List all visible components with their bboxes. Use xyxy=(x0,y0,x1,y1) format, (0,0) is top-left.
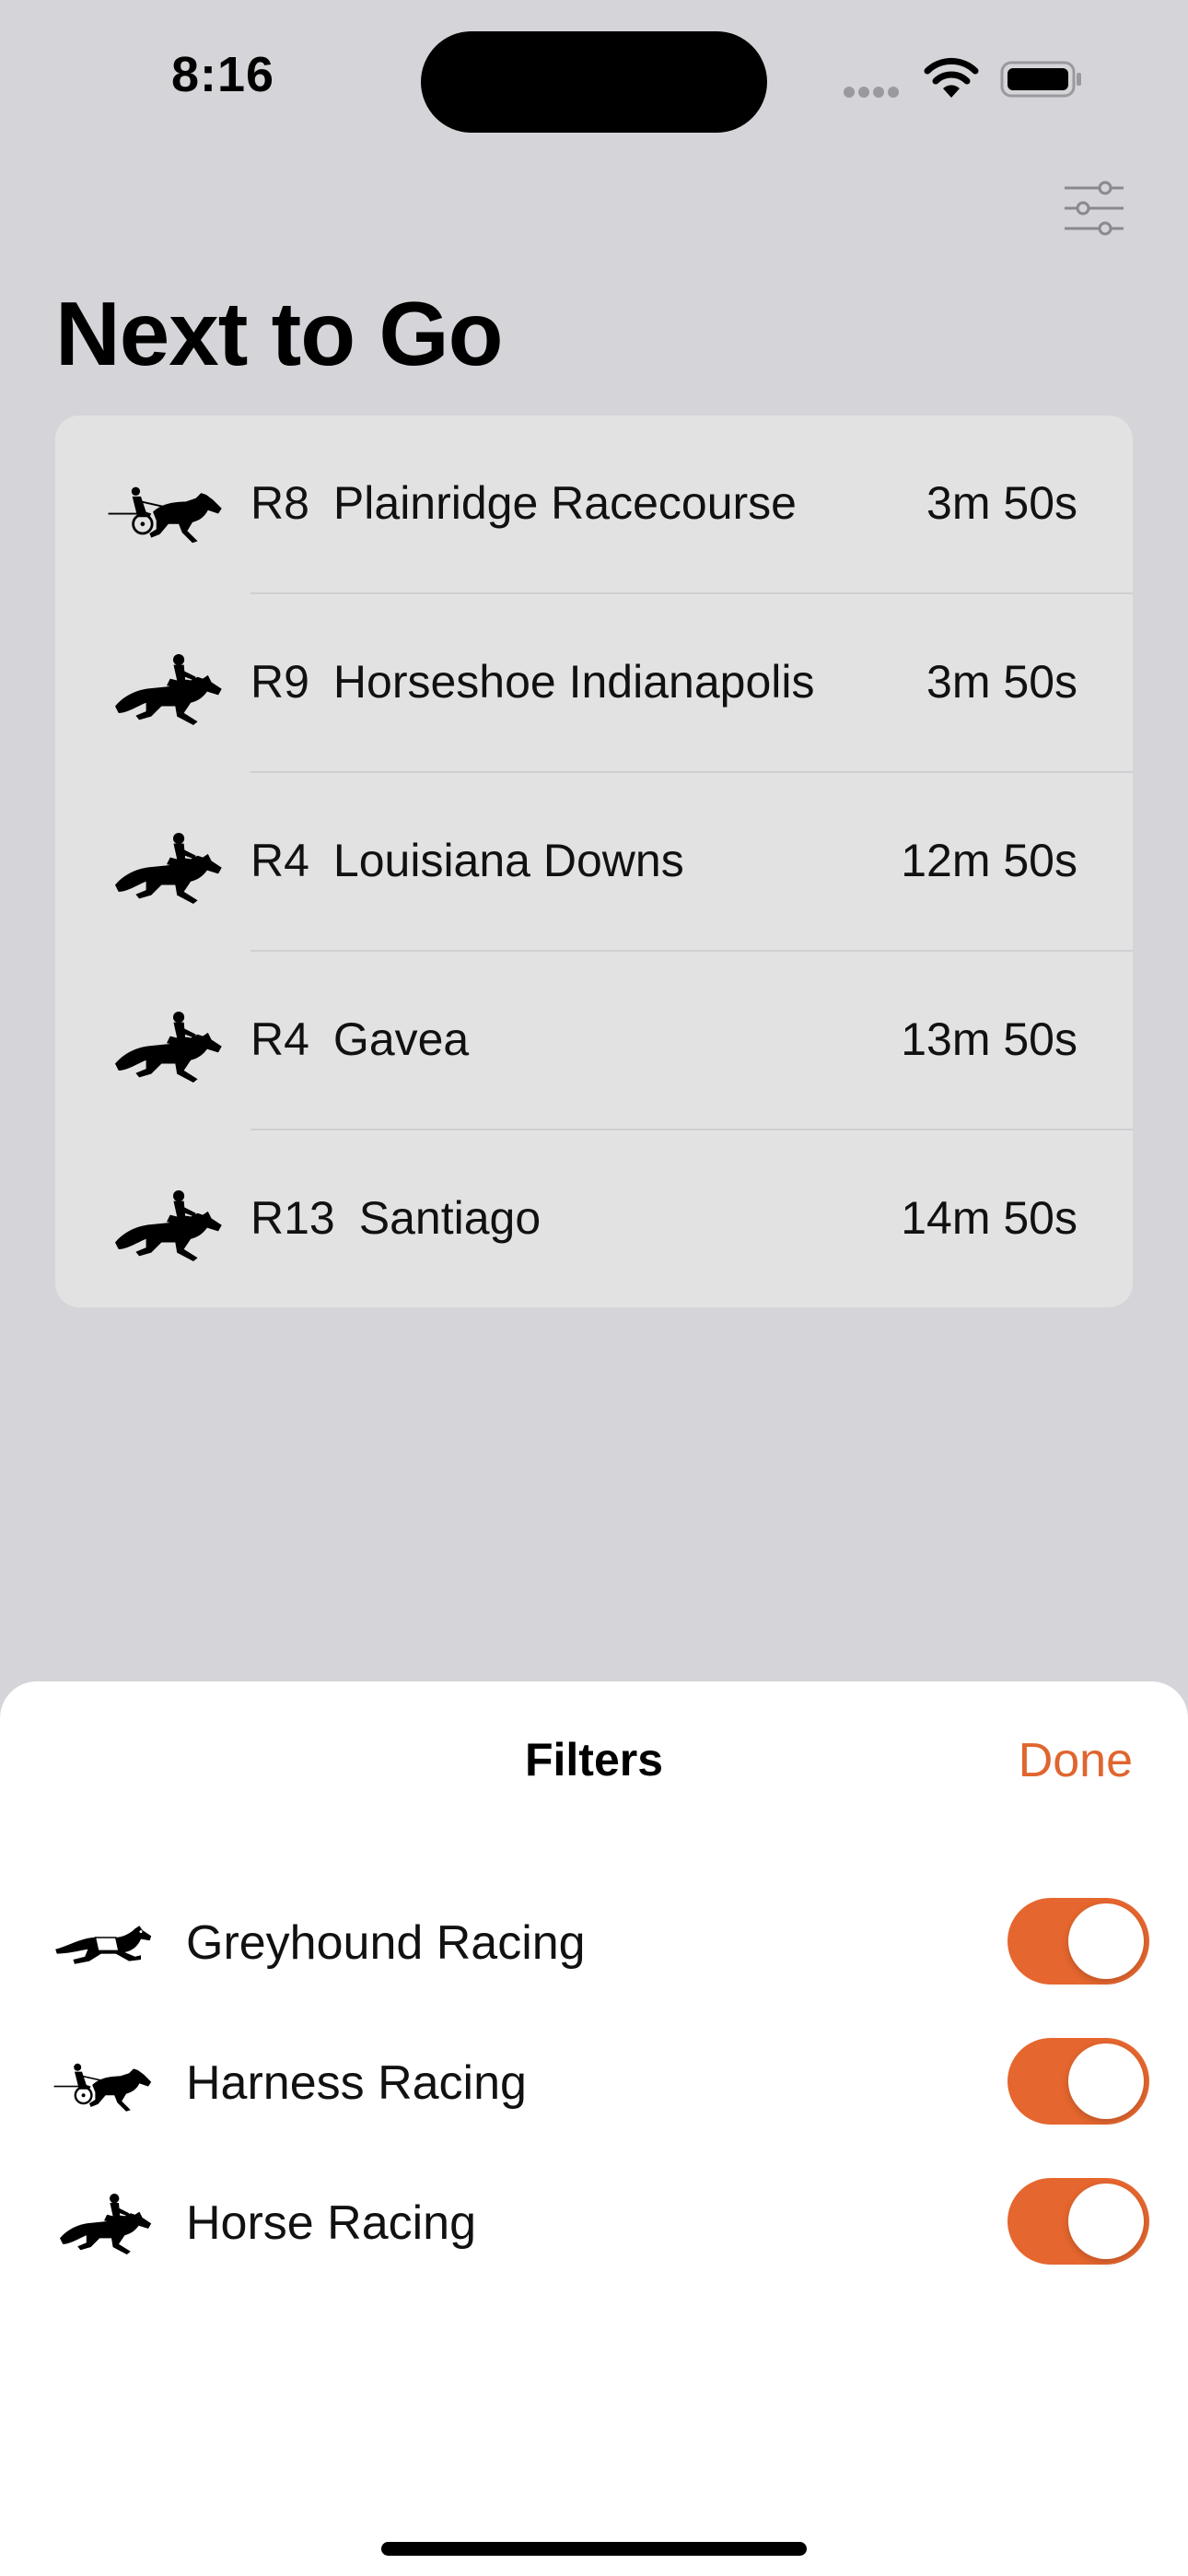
race-countdown: 3m 50s xyxy=(926,477,1077,529)
horse-racing-icon xyxy=(105,1005,228,1083)
race-row[interactable]: R13 Santiago 14m 50s xyxy=(55,1130,1133,1307)
horse-racing-toggle[interactable] xyxy=(1007,2178,1149,2265)
done-button[interactable]: Done xyxy=(1019,1733,1133,1788)
race-row[interactable]: R4 Louisiana Downs 12m 50s xyxy=(55,773,1133,952)
cellular-signal-icon xyxy=(844,86,908,98)
race-label: R13 Santiago xyxy=(250,1191,541,1245)
race-number: R8 xyxy=(250,477,309,529)
sliders-icon[interactable] xyxy=(1063,181,1125,236)
filter-row-greyhound: Greyhound Racing xyxy=(0,1886,1188,1996)
race-venue: Gavea xyxy=(332,1013,470,1065)
harness-racing-icon xyxy=(105,469,228,546)
toggle-knob xyxy=(1068,1903,1144,1979)
status-time: 8:16 xyxy=(171,47,275,102)
horse-racing-icon xyxy=(105,1184,228,1261)
status-bar: 8:16 xyxy=(0,0,1188,157)
harness-racing-toggle[interactable] xyxy=(1007,2038,1149,2125)
race-venue: Horseshoe Indianapolis xyxy=(332,656,815,708)
race-countdown: 3m 50s xyxy=(926,656,1077,708)
filter-label: Harness Racing xyxy=(186,2056,527,2110)
sheet-title: Filters xyxy=(524,1734,664,1786)
filters-sheet: Filters Done Greyhound Racing Harness Ra… xyxy=(0,1681,1188,2576)
horse-racing-icon xyxy=(105,826,228,904)
horse-racing-icon xyxy=(41,2188,168,2254)
toggle-knob xyxy=(1068,2184,1144,2259)
race-number: R4 xyxy=(250,835,309,886)
filter-label: Horse Racing xyxy=(186,2196,477,2250)
race-countdown: 12m 50s xyxy=(901,835,1077,886)
filter-row-horse: Horse Racing xyxy=(0,2166,1188,2277)
battery-icon xyxy=(1000,61,1081,98)
race-number: R4 xyxy=(250,1013,309,1065)
horse-racing-icon xyxy=(105,648,228,725)
filter-row-harness: Harness Racing xyxy=(0,2026,1188,2137)
race-venue: Santiago xyxy=(358,1192,542,1244)
filter-label: Greyhound Racing xyxy=(186,1916,586,1970)
greyhound-racing-toggle[interactable] xyxy=(1007,1898,1149,1985)
race-label: R9 Horseshoe Indianapolis xyxy=(250,655,814,708)
dynamic-island xyxy=(421,31,767,133)
toggle-knob xyxy=(1068,2043,1144,2119)
race-list: R8 Plainridge Racecourse 3m 50s R9 Horsesh… xyxy=(55,416,1133,1307)
wifi-icon xyxy=(924,57,979,98)
greyhound-racing-icon xyxy=(41,1908,168,1974)
race-label: R4 Gavea xyxy=(250,1013,469,1066)
race-countdown: 14m 50s xyxy=(901,1192,1077,1244)
race-label: R4 Louisiana Downs xyxy=(250,834,684,887)
race-venue: Louisiana Downs xyxy=(332,835,684,886)
race-label: R8 Plainridge Racecourse xyxy=(250,476,797,530)
home-indicator[interactable] xyxy=(381,2542,807,2556)
race-row[interactable]: R9 Horseshoe Indianapolis 3m 50s xyxy=(55,594,1133,773)
race-row[interactable]: R8 Plainridge Racecourse 3m 50s xyxy=(55,416,1133,594)
harness-racing-icon xyxy=(41,2048,168,2114)
race-number: R9 xyxy=(250,656,309,708)
race-row[interactable]: R4 Gavea 13m 50s xyxy=(55,952,1133,1130)
page-title: Next to Go xyxy=(55,283,503,384)
race-venue: Plainridge Racecourse xyxy=(332,477,797,529)
race-number: R13 xyxy=(250,1192,335,1244)
race-countdown: 13m 50s xyxy=(901,1013,1077,1065)
